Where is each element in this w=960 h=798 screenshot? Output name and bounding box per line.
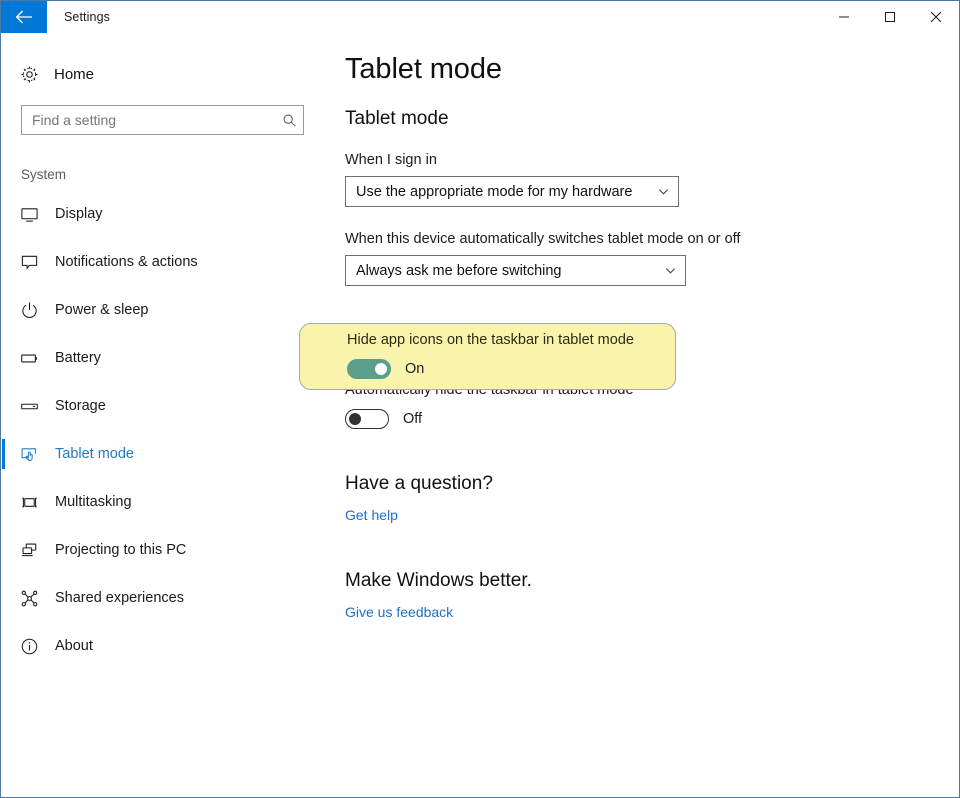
sidebar-item-label: Display xyxy=(55,206,103,222)
projecting-icon xyxy=(20,541,50,560)
sign-in-dropdown[interactable]: Use the appropriate mode for my hardware xyxy=(345,176,679,207)
sidebar-item-label: Shared experiences xyxy=(55,590,184,606)
minimize-icon xyxy=(838,11,850,23)
auto-switch-label: When this device automatically switches … xyxy=(345,231,741,247)
sidebar-item-storage[interactable]: Storage xyxy=(2,382,322,430)
settings-window: Settings Home Find a setting System Disp… xyxy=(0,0,960,798)
power-icon xyxy=(20,301,50,320)
auto-switch-dropdown[interactable]: Always ask me before switching xyxy=(345,255,686,286)
sidebar-item-projecting-to-this-pc[interactable]: Projecting to this PC xyxy=(2,526,322,574)
selection-accent-bar xyxy=(2,391,5,421)
sidebar-nav-list: Display Notifications & actions Power & … xyxy=(2,190,322,670)
chevron-down-icon xyxy=(655,264,685,277)
storage-icon xyxy=(20,397,50,416)
selection-accent-bar xyxy=(2,487,5,517)
hide-app-icons-highlight: Hide app icons on the taskbar in tablet … xyxy=(299,323,676,390)
search-box[interactable] xyxy=(21,105,304,135)
selection-accent-bar xyxy=(2,247,5,277)
minimize-button[interactable] xyxy=(821,1,867,33)
sidebar-item-shared-experiences[interactable]: Shared experiences xyxy=(2,574,322,622)
hide-app-icons-label: Hide app icons on the taskbar in tablet … xyxy=(347,332,634,348)
search-icon[interactable] xyxy=(275,106,303,134)
monitor-icon xyxy=(20,205,50,224)
sidebar-item-multitasking[interactable]: Multitasking xyxy=(2,478,322,526)
title-bar: Settings xyxy=(1,1,959,33)
sidebar-group-label: System xyxy=(21,167,67,182)
selection-accent-bar xyxy=(2,583,5,613)
selection-accent-bar xyxy=(2,295,5,325)
sidebar-item-label: Power & sleep xyxy=(55,302,149,318)
main-content: Tablet mode Tablet mode When I sign in U… xyxy=(322,33,959,797)
auto-hide-taskbar-toggle-row: Off xyxy=(345,409,959,429)
get-help-link[interactable]: Get help xyxy=(345,507,398,523)
hide-app-icons-toggle-row: On xyxy=(347,359,424,379)
tablet-touch-icon xyxy=(20,445,50,464)
sidebar-item-label: About xyxy=(55,638,93,654)
sidebar-item-tablet-mode[interactable]: Tablet mode xyxy=(2,430,322,478)
close-icon xyxy=(930,11,942,23)
help-heading: Have a question? xyxy=(345,473,493,494)
back-button[interactable] xyxy=(1,1,47,33)
section-title: Tablet mode xyxy=(345,108,449,129)
sidebar-item-battery[interactable]: Battery xyxy=(2,334,322,382)
back-arrow-icon xyxy=(15,10,33,24)
selection-accent-bar xyxy=(2,439,5,469)
sidebar-item-power-and-sleep[interactable]: Power & sleep xyxy=(2,286,322,334)
sidebar-item-display[interactable]: Display xyxy=(2,190,322,238)
sign-in-label: When I sign in xyxy=(345,152,437,168)
battery-icon xyxy=(20,349,50,368)
sidebar-item-label: Storage xyxy=(55,398,106,414)
toggle-knob xyxy=(375,363,387,375)
selection-accent-bar xyxy=(2,631,5,661)
page-title: Tablet mode xyxy=(345,53,502,85)
maximize-icon xyxy=(884,11,896,23)
selection-accent-bar xyxy=(2,199,5,229)
share-nodes-icon xyxy=(20,589,50,608)
sidebar-item-label: Multitasking xyxy=(55,494,132,510)
auto-hide-taskbar-toggle[interactable] xyxy=(345,409,389,429)
hide-app-icons-state: On xyxy=(405,361,425,377)
sidebar-item-label: Battery xyxy=(55,350,101,366)
sidebar-item-home[interactable]: Home xyxy=(2,57,322,91)
auto-hide-taskbar-state: Off xyxy=(403,411,423,427)
search-input[interactable] xyxy=(22,107,275,133)
toggle-knob xyxy=(349,413,361,425)
speech-bubble-icon xyxy=(20,253,50,272)
sign-in-dropdown-value: Use the appropriate mode for my hardware xyxy=(356,183,633,200)
hide-app-icons-toggle[interactable] xyxy=(347,359,391,379)
give-us-feedback-link[interactable]: Give us feedback xyxy=(345,604,453,620)
sidebar-home-label: Home xyxy=(54,65,95,83)
selection-accent-bar xyxy=(2,343,5,373)
sidebar-item-notifications-and-actions[interactable]: Notifications & actions xyxy=(2,238,322,286)
sidebar-item-label: Notifications & actions xyxy=(55,254,198,270)
info-circle-icon xyxy=(20,637,50,656)
selection-accent-bar xyxy=(2,535,5,565)
close-button[interactable] xyxy=(913,1,959,33)
gear-icon xyxy=(20,65,50,84)
feedback-heading: Make Windows better. xyxy=(345,570,532,591)
multitasking-icon xyxy=(20,493,50,512)
sidebar-item-label: Tablet mode xyxy=(55,446,134,462)
sidebar-item-label: Projecting to this PC xyxy=(55,542,187,558)
chevron-down-icon xyxy=(648,185,678,198)
maximize-button[interactable] xyxy=(867,1,913,33)
window-title: Settings xyxy=(64,10,110,24)
sidebar: Home System xyxy=(2,33,322,797)
auto-switch-dropdown-value: Always ask me before switching xyxy=(356,262,562,279)
sidebar-item-about[interactable]: About xyxy=(2,622,322,670)
